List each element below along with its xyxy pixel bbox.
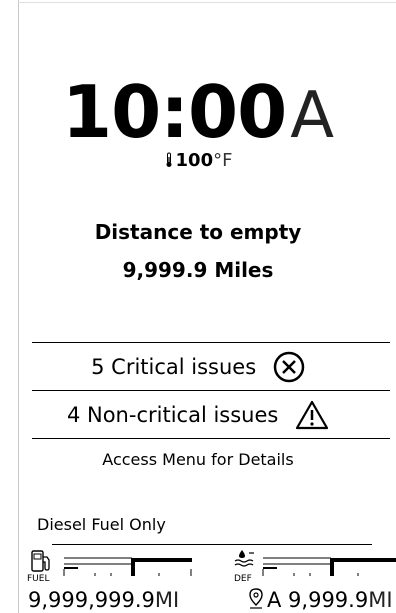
fuel-gauge-bar — [63, 557, 192, 576]
critical-issues-row: 5 Critical issues — [0, 343, 396, 389]
temperature-value: 100 — [175, 150, 214, 171]
distance-to-empty-value: 9,999.9 Miles — [122, 258, 274, 282]
location-pin-icon — [249, 588, 263, 609]
fuel-range-reading: 9,999,999.9MI — [28, 588, 179, 612]
def-range-unit: MI — [368, 588, 393, 612]
x-circle-icon — [273, 351, 305, 383]
critical-issues-label: 5 Critical issues — [91, 355, 257, 379]
def-gauge-label: DEF — [234, 574, 252, 584]
fuel-pump-icon — [31, 550, 50, 572]
fuel-range-value: 9,999,999.9 — [28, 588, 155, 612]
distance-to-empty-title: Distance to empty — [94, 220, 302, 244]
access-menu-hint: Access Menu for Details — [102, 450, 294, 469]
clock-time: 10:00 — [62, 70, 287, 154]
screen-border-top — [18, 2, 396, 3]
def-range-value: A 9,999.9 — [267, 588, 369, 612]
gauge-separator — [52, 544, 372, 545]
warning-triangle-icon — [295, 400, 329, 430]
noncritical-issues-label: 4 Non-critical issues — [66, 403, 279, 427]
clock: 10:00A — [0, 70, 396, 154]
outside-temperature: 100°F — [0, 150, 396, 173]
temperature-unit: °F — [213, 150, 233, 171]
fuel-gauge-label: FUEL — [27, 574, 50, 584]
noncritical-issues-row: 4 Non-critical issues — [0, 391, 396, 437]
def-fluid-icon — [234, 550, 254, 567]
fuel-range-unit: MI — [154, 588, 180, 612]
clock-ampm: A — [290, 79, 334, 153]
def-range-reading: A 9,999.9MI — [267, 588, 393, 612]
def-gauge-bar — [262, 557, 396, 576]
fuel-type-label: Diesel Fuel Only — [37, 515, 166, 534]
thermometer-icon — [164, 152, 174, 173]
divider — [32, 438, 390, 439]
